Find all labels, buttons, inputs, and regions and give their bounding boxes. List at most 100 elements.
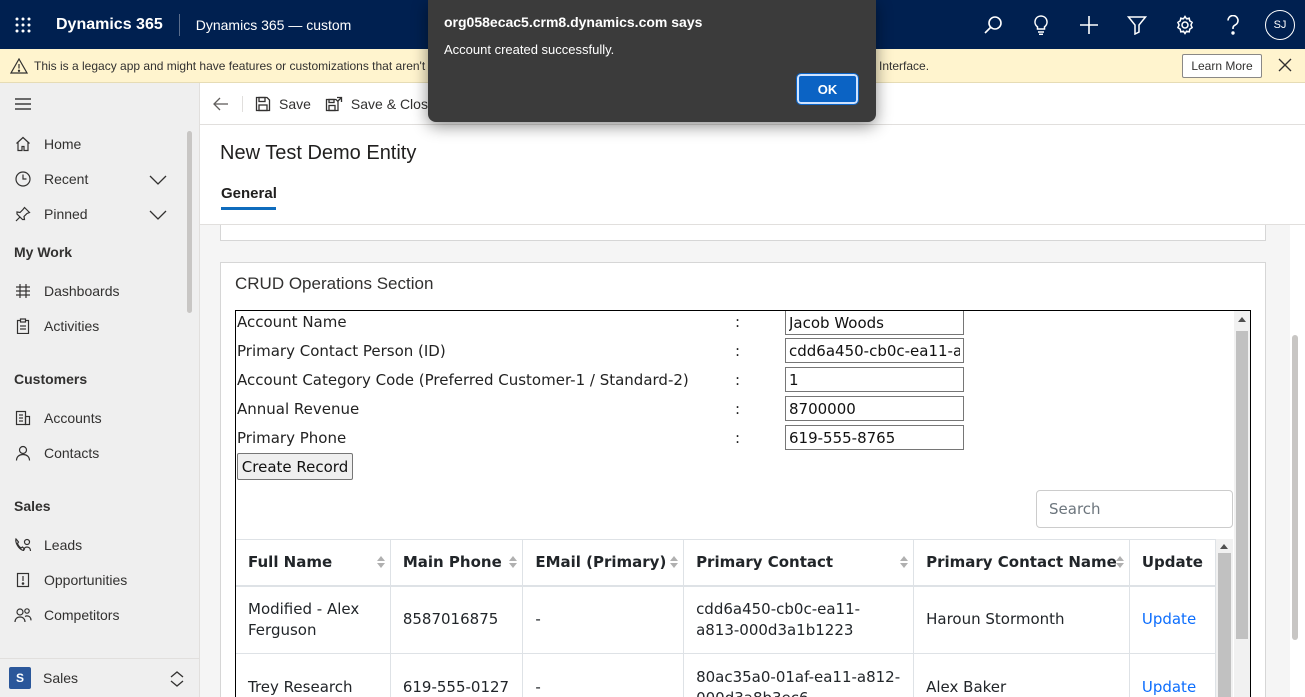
sort-icon	[509, 556, 518, 568]
clock-icon	[0, 170, 44, 187]
area-badge: S	[9, 667, 31, 689]
dashboard-icon	[0, 283, 44, 299]
grid-search-input[interactable]	[1036, 490, 1233, 528]
cell-full-name: Trey Research	[236, 653, 391, 697]
dialog-message: Account created successfully.	[444, 42, 615, 57]
cell-primary-contact: cdd6a450-cb0c-ea11-a813-000d3a1b1223	[683, 585, 915, 654]
learn-more-button[interactable]: Learn More	[1182, 54, 1262, 78]
chevron-down-icon[interactable]	[149, 207, 167, 223]
sidebar-item-label: Pinned	[44, 205, 88, 222]
field-colon: :	[735, 400, 741, 418]
alert-dialog: org058ecac5.crm8.dynamics.com says Accou…	[428, 0, 876, 122]
sidebar-item-label: Accounts	[44, 409, 102, 426]
previous-section	[220, 225, 1266, 241]
app-launcher-icon[interactable]	[0, 0, 46, 49]
category-code-input[interactable]	[785, 367, 964, 392]
hamburger-icon[interactable]	[14, 97, 32, 114]
sidebar-item-competitors[interactable]: Competitors	[0, 597, 190, 632]
update-link[interactable]: Update	[1129, 653, 1217, 697]
sidebar-item-label: Opportunities	[44, 571, 128, 588]
sidebar-item-leads[interactable]: Leads	[0, 527, 190, 562]
table-header-row: Full Name Main Phone EMail (Primary) Pri…	[236, 539, 1217, 587]
top-icons: SJ	[969, 0, 1305, 49]
area-switcher[interactable]: S Sales	[0, 658, 199, 697]
update-link[interactable]: Update	[1129, 585, 1217, 654]
grid-scrollbar-thumb[interactable]	[1218, 553, 1231, 697]
group-title-sales: Sales	[14, 498, 51, 514]
app-name[interactable]: Dynamics 365	[46, 13, 180, 36]
sidebar-item-pinned[interactable]: Pinned	[0, 196, 190, 231]
sidebar-item-contacts[interactable]: Contacts	[0, 435, 190, 470]
help-icon[interactable]	[1209, 0, 1257, 49]
sidebar-item-label: Dashboards	[44, 282, 120, 299]
primary-phone-input[interactable]	[785, 425, 964, 450]
column-header-email[interactable]: EMail (Primary)	[522, 539, 685, 587]
back-arrow-icon[interactable]	[200, 97, 242, 111]
iframe-scrollbar-thumb[interactable]	[1236, 331, 1248, 639]
ok-button[interactable]: OK	[796, 73, 859, 105]
column-header-primary-contact-name[interactable]: Primary Contact Name	[913, 539, 1130, 587]
page-title: New Test Demo Entity	[220, 142, 417, 164]
save-close-button[interactable]: Save & Close	[325, 96, 436, 112]
column-header-full-name[interactable]: Full Name	[236, 539, 391, 587]
tab-active-indicator	[221, 207, 276, 210]
sidebar-item-dashboards[interactable]: Dashboards	[0, 273, 190, 308]
tab-general[interactable]: General	[221, 185, 277, 202]
sidebar-item-label: Recent	[44, 170, 89, 187]
user-avatar[interactable]: SJ	[1265, 9, 1295, 40]
column-header-primary-contact[interactable]: Primary Contact	[683, 539, 915, 587]
clipboard-icon	[0, 317, 44, 334]
grid-scroll-up-icon[interactable]	[1220, 544, 1228, 549]
banner-text: This is a legacy app and might have feat…	[34, 58, 435, 73]
chevron-updown-icon	[170, 671, 184, 690]
filter-icon[interactable]	[1113, 0, 1161, 49]
field-colon: :	[735, 429, 741, 447]
sidebar-item-opportunities[interactable]: Opportunities	[0, 562, 190, 597]
annual-revenue-input[interactable]	[785, 396, 964, 421]
search-icon[interactable]	[969, 0, 1017, 49]
cell-email: -	[522, 585, 685, 654]
crud-web-resource: Account Name : Primary Contact Person (I…	[235, 310, 1251, 697]
sidebar-item-label: Home	[44, 135, 82, 152]
table-row: Trey Research 619-555-0127 - 80ac35a0-01…	[236, 653, 1217, 697]
lightbulb-icon[interactable]	[1017, 0, 1065, 49]
column-header-update: Update	[1129, 539, 1217, 587]
field-label-annual-revenue: Annual Revenue	[237, 400, 360, 418]
field-label-category-code: Account Category Code (Preferred Custome…	[237, 371, 689, 389]
close-icon[interactable]	[1278, 58, 1292, 75]
save-close-icon	[325, 96, 343, 111]
plus-icon[interactable]	[1065, 0, 1113, 49]
gear-icon[interactable]	[1161, 0, 1209, 49]
sidebar-item-activities[interactable]: Activities	[0, 308, 190, 343]
home-icon	[0, 136, 44, 152]
sort-icon	[670, 556, 679, 568]
primary-contact-id-input[interactable]	[785, 338, 964, 363]
save-button[interactable]: Save	[242, 95, 311, 112]
save-close-label: Save & Close	[350, 95, 436, 112]
field-colon: :	[735, 313, 741, 331]
column-header-main-phone[interactable]: Main Phone	[390, 539, 524, 587]
save-icon	[255, 96, 271, 111]
document-icon	[0, 572, 44, 588]
sidebar-item-accounts[interactable]: Accounts	[0, 400, 190, 435]
sidebar-item-recent[interactable]: Recent	[0, 161, 190, 196]
section-title: CRUD Operations Section	[235, 274, 434, 293]
form-scrollbar[interactable]	[1292, 335, 1298, 640]
save-label: Save	[279, 95, 311, 112]
banner-text-end: Interface.	[879, 59, 930, 73]
app-subtitle[interactable]: Dynamics 365 — custom	[180, 17, 352, 33]
sort-icon	[1115, 556, 1124, 568]
field-label-primary-phone: Primary Phone	[237, 429, 347, 447]
sidebar-item-home[interactable]: Home	[0, 126, 190, 161]
sidebar-scrollbar[interactable]	[187, 131, 192, 313]
create-record-button[interactable]: Create Record	[237, 453, 353, 480]
chevron-down-icon[interactable]	[149, 172, 167, 188]
field-colon: :	[735, 342, 741, 360]
field-colon: :	[735, 371, 741, 389]
iframe-scroll-up-icon[interactable]	[1238, 317, 1246, 322]
sidebar-item-label: Competitors	[44, 606, 120, 623]
account-name-input[interactable]	[785, 311, 964, 335]
sort-icon	[900, 556, 909, 568]
sidebar-item-label: Activities	[44, 317, 100, 334]
pin-icon	[0, 206, 44, 222]
